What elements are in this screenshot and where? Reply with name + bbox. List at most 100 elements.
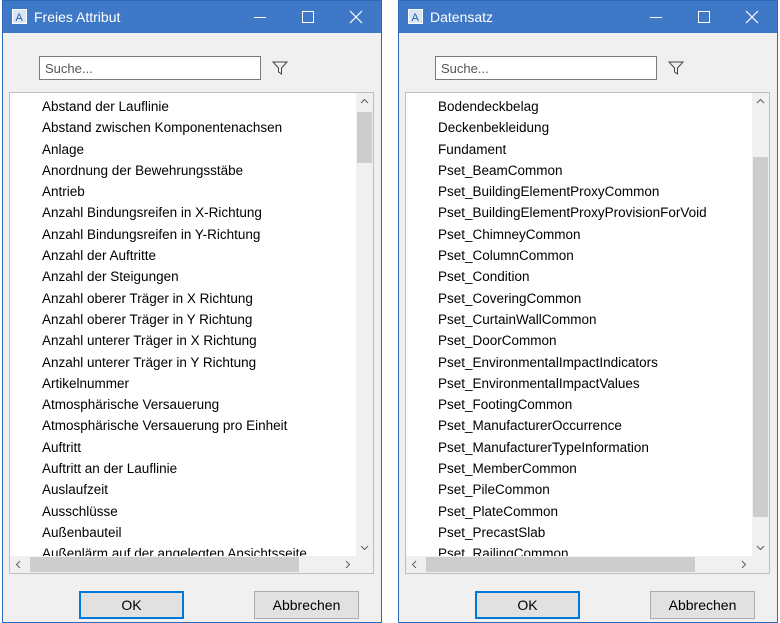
- list-item[interactable]: Anzahl der Steigungen: [42, 266, 352, 287]
- list-item[interactable]: Auftritt: [42, 437, 352, 458]
- list-item[interactable]: Auftritt an der Lauflinie: [42, 458, 352, 479]
- horizontal-scroll-thumb[interactable]: [426, 557, 695, 572]
- list-item[interactable]: Anzahl Bindungsreifen in Y-Richtung: [42, 224, 352, 245]
- minimize-button[interactable]: [237, 1, 283, 33]
- list-item[interactable]: Pset_BuildingElementProxyCommon: [438, 181, 748, 202]
- list-items: Abstand der Lauflinie Abstand zwischen Ko…: [42, 96, 352, 565]
- dialog-datensatz: A Datensatz BodendeckbelagDeckenbekleidu…: [398, 0, 778, 623]
- ok-button[interactable]: OK: [79, 591, 184, 619]
- list-item[interactable]: Pset_ColumnCommon: [438, 245, 748, 266]
- list-item[interactable]: Pset_PileCommon: [438, 479, 748, 500]
- list-item[interactable]: Außenbauteil: [42, 522, 352, 543]
- list-item[interactable]: Anzahl oberer Träger in Y Richtung: [42, 309, 352, 330]
- list-item[interactable]: Pset_EnvironmentalImpactValues: [438, 373, 748, 394]
- list-item[interactable]: Pset_BeamCommon: [438, 160, 748, 181]
- scroll-left-button[interactable]: [10, 556, 27, 573]
- list-item[interactable]: Anzahl unterer Träger in Y Richtung: [42, 352, 352, 373]
- filter-icon: [667, 61, 685, 75]
- chevron-right-icon: [741, 560, 747, 569]
- list-item[interactable]: Auslaufzeit: [42, 479, 352, 500]
- scroll-up-button[interactable]: [356, 93, 373, 110]
- maximize-button[interactable]: [285, 1, 331, 33]
- list-item[interactable]: Artikelnummer: [42, 373, 352, 394]
- scrollbar-corner: [356, 556, 373, 573]
- maximize-icon: [698, 11, 710, 23]
- list-item[interactable]: Deckenbekleidung: [438, 117, 748, 138]
- scrollbar-corner: [752, 556, 769, 573]
- app-icon: A: [408, 9, 423, 24]
- dialog-title: Freies Attribut: [34, 9, 121, 25]
- chevron-left-icon: [411, 560, 417, 569]
- vertical-scrollbar[interactable]: [356, 93, 373, 556]
- ok-button[interactable]: OK: [475, 591, 580, 619]
- list-item[interactable]: Fundament: [438, 139, 748, 160]
- horizontal-scrollbar[interactable]: [406, 556, 752, 573]
- list-item[interactable]: Bodendeckbelag: [438, 96, 748, 117]
- list-item[interactable]: Pset_BuildingElementProxyProvisionForVoi…: [438, 202, 748, 223]
- scroll-down-button[interactable]: [356, 539, 373, 556]
- cancel-button[interactable]: Abbrechen: [254, 591, 359, 619]
- app-icon: A: [12, 9, 27, 24]
- list-item[interactable]: Abstand der Lauflinie: [42, 96, 352, 117]
- list-item[interactable]: Pset_CurtainWallCommon: [438, 309, 748, 330]
- chevron-down-icon: [756, 545, 765, 551]
- chevron-right-icon: [345, 560, 351, 569]
- close-icon: [745, 10, 759, 24]
- list-item[interactable]: Pset_ChimneyCommon: [438, 224, 748, 245]
- list-item[interactable]: Anzahl unterer Träger in X Richtung: [42, 330, 352, 351]
- close-button[interactable]: [729, 1, 775, 33]
- search-input[interactable]: [39, 56, 261, 80]
- list-item[interactable]: Anzahl Bindungsreifen in X-Richtung: [42, 202, 352, 223]
- chevron-left-icon: [15, 560, 21, 569]
- maximize-icon: [302, 11, 314, 23]
- list-item[interactable]: Anzahl der Auftritte: [42, 245, 352, 266]
- list-item[interactable]: Atmosphärische Versauerung: [42, 394, 352, 415]
- list-item[interactable]: Atmosphärische Versauerung pro Einheit: [42, 415, 352, 436]
- list-item[interactable]: Pset_ManufacturerOccurrence: [438, 415, 748, 436]
- list-item[interactable]: Pset_PrecastSlab: [438, 522, 748, 543]
- title-bar[interactable]: A Datensatz: [399, 1, 777, 33]
- scroll-thumb[interactable]: [357, 112, 372, 163]
- minimize-button[interactable]: [633, 1, 679, 33]
- filter-button[interactable]: [666, 58, 686, 78]
- scroll-thumb[interactable]: [753, 157, 768, 517]
- horizontal-scrollbar[interactable]: [10, 556, 356, 573]
- list-item[interactable]: Pset_PlateCommon: [438, 501, 748, 522]
- scroll-down-button[interactable]: [752, 539, 769, 556]
- scroll-left-button[interactable]: [406, 556, 423, 573]
- dataset-list[interactable]: Bodendeckbelag Deckenbekleidung Fundament P…: [405, 92, 770, 574]
- list-item[interactable]: Ausschlüsse: [42, 501, 352, 522]
- maximize-button[interactable]: [681, 1, 727, 33]
- list-item[interactable]: Abstand zwischen Komponentenachsen: [42, 117, 352, 138]
- horizontal-scroll-thumb[interactable]: [30, 557, 299, 572]
- cancel-button[interactable]: Abbrechen: [650, 591, 755, 619]
- scroll-right-button[interactable]: [735, 556, 752, 573]
- chevron-up-icon: [360, 98, 369, 104]
- list-item[interactable]: Pset_DoorCommon: [438, 330, 748, 351]
- filter-button[interactable]: [270, 58, 290, 78]
- title-bar[interactable]: A Freies Attribut: [3, 1, 381, 33]
- dialog-title: Datensatz: [430, 9, 494, 25]
- dialog-freies-attribut: A Freies Attribut Abstand der LauflinieA…: [2, 0, 382, 623]
- attribute-list[interactable]: Abstand der Lauflinie Abstand zwischen Ko…: [9, 92, 374, 574]
- list-item[interactable]: Pset_Condition: [438, 266, 748, 287]
- close-button[interactable]: [333, 1, 379, 33]
- list-item[interactable]: Anzahl oberer Träger in X Richtung: [42, 288, 352, 309]
- vertical-scrollbar[interactable]: [752, 93, 769, 556]
- list-item[interactable]: Anordnung der Bewehrungsstäbe: [42, 160, 352, 181]
- list-item[interactable]: Pset_EnvironmentalImpactIndicators: [438, 352, 748, 373]
- svg-text:A: A: [412, 12, 420, 22]
- minimize-icon: [254, 17, 266, 18]
- list-item[interactable]: Pset_MemberCommon: [438, 458, 748, 479]
- search-input[interactable]: [435, 56, 657, 80]
- list-item[interactable]: Pset_ManufacturerTypeInformation: [438, 437, 748, 458]
- list-item[interactable]: Pset_FootingCommon: [438, 394, 748, 415]
- chevron-up-icon: [756, 98, 765, 104]
- list-items: Bodendeckbelag Deckenbekleidung Fundament P…: [438, 96, 748, 565]
- list-item[interactable]: Antrieb: [42, 181, 352, 202]
- scroll-right-button[interactable]: [339, 556, 356, 573]
- list-item[interactable]: Pset_CoveringCommon: [438, 288, 748, 309]
- list-item[interactable]: Anlage: [42, 139, 352, 160]
- scroll-up-button[interactable]: [752, 93, 769, 110]
- close-icon: [349, 10, 363, 24]
